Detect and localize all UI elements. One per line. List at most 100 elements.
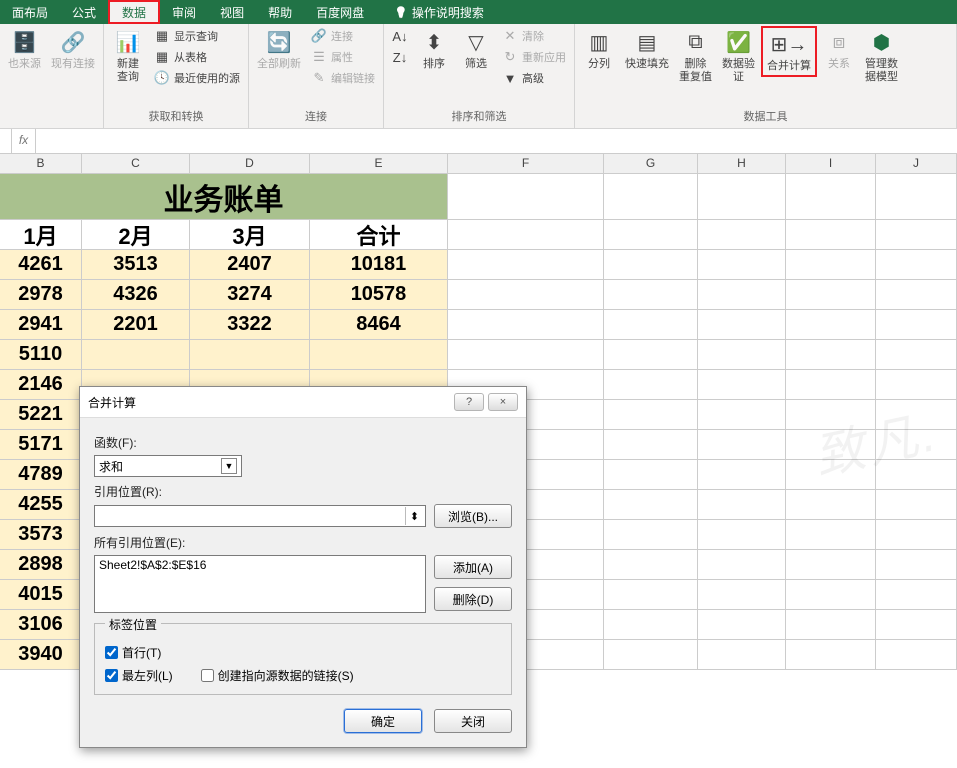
cell[interactable]	[698, 250, 786, 280]
data-cell[interactable]: 3940	[0, 640, 82, 670]
cell[interactable]	[604, 250, 698, 280]
cell[interactable]	[604, 460, 698, 490]
reference-input[interactable]	[95, 509, 405, 523]
cell[interactable]	[604, 430, 698, 460]
cell[interactable]	[604, 550, 698, 580]
cell[interactable]	[604, 340, 698, 370]
col-header[interactable]: D	[190, 154, 310, 173]
cell[interactable]	[876, 460, 957, 490]
tab-formulas[interactable]: 公式	[60, 0, 108, 24]
data-cell[interactable]: 5221	[0, 400, 82, 430]
cell[interactable]	[698, 174, 786, 220]
clear-filter-button[interactable]: ✕清除	[498, 26, 570, 46]
cell[interactable]	[876, 610, 957, 640]
col-header[interactable]: H	[698, 154, 786, 173]
data-cell[interactable]	[82, 340, 190, 370]
data-cell[interactable]: 10578	[310, 280, 448, 310]
recent-sources-button[interactable]: 🕓最近使用的源	[150, 68, 244, 88]
cell[interactable]	[876, 520, 957, 550]
cell[interactable]	[876, 580, 957, 610]
cancel-button[interactable]: 关闭	[434, 709, 512, 733]
advanced-filter-button[interactable]: ▼高级	[498, 68, 570, 88]
cell[interactable]	[698, 490, 786, 520]
cell[interactable]	[876, 550, 957, 580]
formula-input[interactable]	[36, 134, 957, 148]
data-cell[interactable]: 3322	[190, 310, 310, 340]
cell[interactable]	[448, 250, 604, 280]
data-cell[interactable]	[190, 340, 310, 370]
cell[interactable]	[448, 220, 604, 250]
data-cell[interactable]: 2898	[0, 550, 82, 580]
cell[interactable]	[876, 174, 957, 220]
cell[interactable]	[786, 430, 876, 460]
cell[interactable]	[698, 340, 786, 370]
cell[interactable]	[698, 430, 786, 460]
data-cell[interactable]: 4015	[0, 580, 82, 610]
data-cell[interactable]: 5110	[0, 340, 82, 370]
cell[interactable]	[604, 580, 698, 610]
data-validation-button[interactable]: ✅数据验 证	[718, 26, 759, 86]
cell[interactable]	[698, 610, 786, 640]
cell[interactable]	[698, 310, 786, 340]
data-cell[interactable]: 5171	[0, 430, 82, 460]
cell[interactable]	[876, 400, 957, 430]
cell[interactable]	[448, 280, 604, 310]
cell[interactable]	[786, 280, 876, 310]
function-select[interactable]: 求和 ▼	[94, 455, 242, 477]
col-header[interactable]: B	[0, 154, 82, 173]
data-cell[interactable]: 2978	[0, 280, 82, 310]
cell[interactable]	[786, 400, 876, 430]
from-table-button[interactable]: ▦从表格	[150, 47, 244, 67]
cell[interactable]	[876, 640, 957, 670]
cell[interactable]	[876, 250, 957, 280]
data-cell[interactable]: 10181	[310, 250, 448, 280]
col-header[interactable]: I	[786, 154, 876, 173]
sort-asc-button[interactable]: A↓	[388, 26, 412, 46]
cell[interactable]	[604, 370, 698, 400]
delete-button[interactable]: 删除(D)	[434, 587, 512, 611]
cell[interactable]	[786, 640, 876, 670]
cell[interactable]	[876, 370, 957, 400]
col-header[interactable]: E	[310, 154, 448, 173]
col-header[interactable]: F	[448, 154, 604, 173]
cell[interactable]	[604, 280, 698, 310]
data-cell[interactable]	[310, 340, 448, 370]
cell[interactable]	[698, 280, 786, 310]
cell[interactable]	[448, 174, 604, 220]
cell[interactable]	[604, 174, 698, 220]
filter-button[interactable]: ▽ 筛选	[456, 26, 496, 73]
cell[interactable]	[786, 520, 876, 550]
data-cell[interactable]: 3274	[190, 280, 310, 310]
cell[interactable]	[786, 220, 876, 250]
collapse-dialog-icon[interactable]: ⬍	[405, 507, 423, 525]
header-cell[interactable]: 合计	[310, 220, 448, 250]
tab-data[interactable]: 数据	[108, 0, 160, 24]
cell[interactable]	[786, 340, 876, 370]
show-queries-button[interactable]: ▦显示查询	[150, 26, 244, 46]
sort-button[interactable]: ⬍ 排序	[414, 26, 454, 73]
cell[interactable]	[876, 340, 957, 370]
create-links-checkbox[interactable]: 创建指向源数据的链接(S)	[201, 667, 354, 684]
cell[interactable]	[698, 580, 786, 610]
cell[interactable]	[876, 490, 957, 520]
text-to-columns-button[interactable]: ▥分列	[579, 26, 619, 73]
properties-button[interactable]: ☰属性	[307, 47, 379, 67]
cell[interactable]	[698, 460, 786, 490]
tab-baidu[interactable]: 百度网盘	[304, 0, 376, 24]
existing-connections-button[interactable]: 🔗 现有连接	[47, 26, 99, 73]
name-box[interactable]	[0, 129, 12, 153]
remove-duplicates-button[interactable]: ⧉删除 重复值	[675, 26, 716, 86]
tab-review[interactable]: 审阅	[160, 0, 208, 24]
data-cell[interactable]: 2941	[0, 310, 82, 340]
edit-links-button[interactable]: ✎编辑链接	[307, 68, 379, 88]
cell[interactable]	[786, 310, 876, 340]
cell[interactable]	[604, 310, 698, 340]
cell[interactable]	[604, 490, 698, 520]
cell[interactable]	[876, 280, 957, 310]
relationships-button[interactable]: ⧈关系	[819, 26, 859, 73]
from-other-sources-button[interactable]: 🗄️ 也来源	[4, 26, 45, 73]
new-query-button[interactable]: 📊 新建 查询	[108, 26, 148, 86]
cell[interactable]	[786, 550, 876, 580]
reapply-button[interactable]: ↻重新应用	[498, 47, 570, 67]
cell[interactable]	[604, 610, 698, 640]
